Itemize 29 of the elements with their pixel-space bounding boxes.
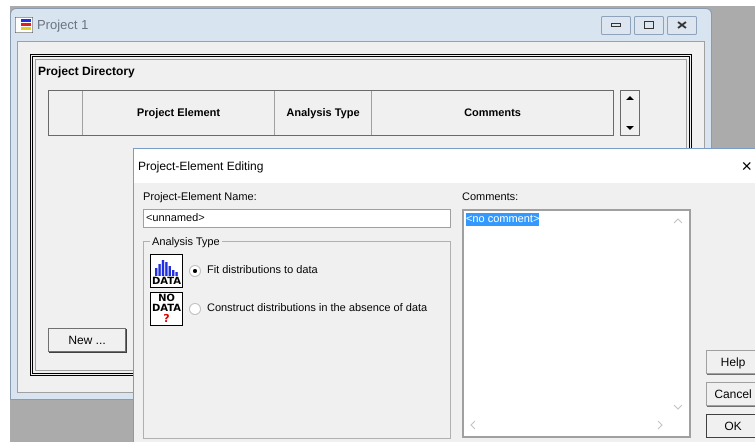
scrollbar[interactable]	[620, 90, 640, 136]
new-button[interactable]: New ...	[48, 328, 126, 352]
dialog-button[interactable]: Help	[706, 350, 755, 374]
column-header[interactable]: Project Element	[136, 104, 220, 122]
radio-button[interactable]	[189, 302, 201, 314]
dialog-title: Project-Element Editing	[138, 158, 264, 175]
window-title: Project 1	[37, 16, 88, 34]
column-header[interactable]: Comments	[464, 104, 521, 122]
selected-text: <no comment>	[466, 212, 540, 226]
panel-title: Project Directory	[38, 63, 136, 80]
radio-button[interactable]	[189, 264, 201, 276]
name-field[interactable]: <unnamed>	[143, 208, 451, 228]
column-header[interactable]: Analysis Type	[286, 104, 360, 122]
close-button[interactable]	[667, 16, 697, 34]
data-histogram-icon: DATA	[150, 254, 183, 288]
maximize-button[interactable]	[634, 16, 664, 34]
radio-label[interactable]: Fit distributions to data	[207, 262, 318, 279]
field-label: Comments:	[462, 190, 520, 205]
radio-label[interactable]: Construct distributions in the absence of data	[207, 300, 428, 317]
close-button[interactable]: ×	[741, 157, 752, 175]
dialog-button[interactable]: Cancel	[706, 382, 755, 406]
field-label: Project-Element Name:	[143, 190, 258, 205]
app-icon	[15, 17, 33, 33]
minimize-button[interactable]	[601, 16, 631, 34]
close-icon	[677, 21, 687, 29]
no-data-icon: NO DATA ?	[150, 292, 183, 326]
minimize-icon	[611, 23, 621, 27]
dialog-button[interactable]: OK	[706, 414, 755, 438]
maximize-icon	[644, 21, 654, 29]
